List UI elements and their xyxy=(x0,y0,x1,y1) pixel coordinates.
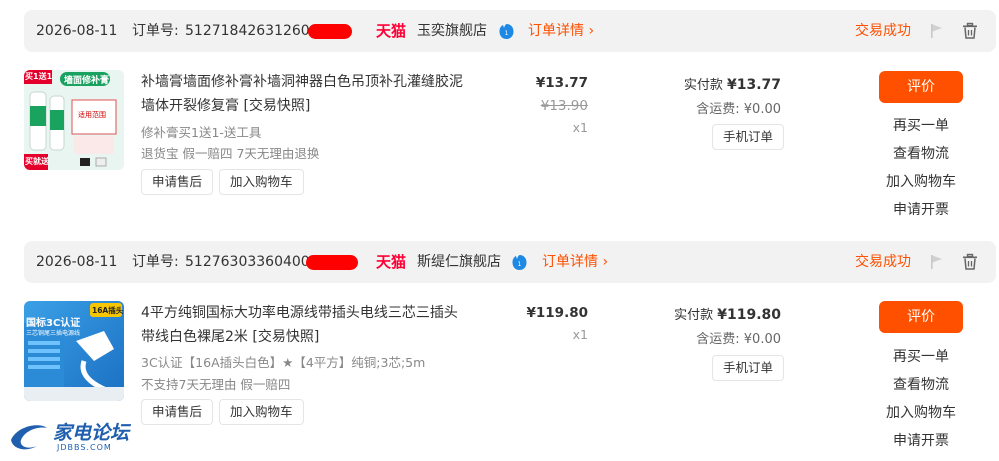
mobile-order-button[interactable]: 手机订单 xyxy=(712,355,785,381)
order-header: 2026-08-11 订单号: 51271842631260 天猫 玉奕旗舰店 … xyxy=(24,10,996,52)
add-to-cart-link[interactable]: 加入购物车 xyxy=(860,402,982,422)
thumb-banner: 国标3C认证 xyxy=(26,318,81,329)
unit-price: ¥13.77 xyxy=(535,75,588,91)
product-thumbnail[interactable]: 买1送1 墙面修补膏 适用范围 买就送 xyxy=(24,70,124,170)
thumb-side: 买就送 xyxy=(25,157,49,166)
apply-invoice-link[interactable]: 申请开票 xyxy=(860,430,982,450)
order-date: 2026-08-11 xyxy=(36,23,118,39)
thumb-sub: 三芯铜尾三插电源线 xyxy=(26,330,81,337)
flag-icon[interactable] xyxy=(929,254,945,270)
order-number: 51271842631260 xyxy=(185,23,310,39)
add-to-cart-button[interactable]: 加入购物车 xyxy=(219,169,304,195)
add-to-cart-link[interactable]: 加入购物车 xyxy=(860,171,982,191)
thumb-badge: 16A插头 xyxy=(92,306,124,315)
thumb-banner: 墙面修补膏 xyxy=(64,76,110,86)
shop-name[interactable]: 斯缇仁旗舰店 xyxy=(417,241,501,283)
freight-info: 含运费: ¥0.00 xyxy=(696,102,781,117)
original-price: ¥13.90 xyxy=(540,98,588,114)
svg-text:1: 1 xyxy=(518,261,522,268)
tmall-logo[interactable]: 天猫 xyxy=(376,10,406,52)
apply-after-sale-button[interactable]: 申请售后 xyxy=(141,169,214,195)
product-title[interactable]: 4平方纯铜国标大功率电源线带插头电线三芯三插头带线白色裸尾2米 [交易快照] xyxy=(141,301,461,349)
paid-value: ¥13.77 xyxy=(726,77,781,93)
tmall-logo[interactable]: 天猫 xyxy=(376,241,406,283)
add-to-cart-button[interactable]: 加入购物车 xyxy=(219,399,304,425)
thumb-sub: 适用范围 xyxy=(78,111,106,119)
wangwang-chat-icon[interactable]: 1 xyxy=(498,23,515,40)
order-detail-link[interactable]: 订单详情 › xyxy=(528,10,594,52)
trade-status: 交易成功 xyxy=(855,23,911,39)
order-number: 51276303360400 xyxy=(185,254,310,270)
review-button[interactable]: 评价 xyxy=(879,301,963,333)
paid-label: 实付款 xyxy=(674,308,714,323)
review-button[interactable]: 评价 xyxy=(879,71,963,103)
view-logistics-link[interactable]: 查看物流 xyxy=(860,374,982,394)
order-detail-link[interactable]: 订单详情 › xyxy=(542,241,608,283)
delete-icon[interactable] xyxy=(961,253,979,271)
unit-price: ¥119.80 xyxy=(526,305,589,321)
order-number-label: 订单号: xyxy=(132,254,179,270)
flag-icon[interactable] xyxy=(929,23,945,39)
freight-info: 含运费: ¥0.00 xyxy=(696,332,781,347)
paid-label: 实付款 xyxy=(683,78,723,93)
logo-name: 家电论坛 xyxy=(53,422,130,444)
order-header: 2026-08-11 订单号: 51276303360400 天猫 斯缇仁旗舰店… xyxy=(24,241,996,283)
logo-url: JDBBS.COM xyxy=(57,443,112,452)
product-thumbnail[interactable]: 16A插头 国标3C认证 三芯铜尾三插电源线 xyxy=(24,301,124,401)
paid-amount: 实付款 ¥119.80 xyxy=(641,304,781,323)
product-title[interactable]: 补墙膏墙面修补膏补墙洞神器白色吊顶补孔灌缝胶泥墙体开裂修复膏 [交易快照] xyxy=(141,70,471,118)
service-tags: 退货宝 假一赔四 7天无理由退换 xyxy=(141,146,320,161)
apply-after-sale-button[interactable]: 申请售后 xyxy=(141,399,214,425)
redaction-mark xyxy=(306,255,358,270)
redaction-mark xyxy=(308,24,352,39)
view-logistics-link[interactable]: 查看物流 xyxy=(860,143,982,163)
wangwang-chat-icon[interactable]: 1 xyxy=(511,254,528,271)
apply-invoice-link[interactable]: 申请开票 xyxy=(860,199,982,219)
buy-again-link[interactable]: 再买一单 xyxy=(860,115,982,135)
buy-again-link[interactable]: 再买一单 xyxy=(860,346,982,366)
order-date: 2026-08-11 xyxy=(36,254,118,270)
paid-value: ¥119.80 xyxy=(717,307,781,323)
product-sku: 修补膏买1送1-送工具 xyxy=(141,125,262,140)
service-tags: 不支持7天无理由 假一赔四 xyxy=(141,377,291,392)
trade-status: 交易成功 xyxy=(855,254,911,270)
svg-text:1: 1 xyxy=(505,30,509,37)
quantity: x1 xyxy=(572,327,588,342)
logo-swoosh-icon xyxy=(11,425,47,450)
mobile-order-button[interactable]: 手机订单 xyxy=(712,124,785,150)
shop-name[interactable]: 玉奕旗舰店 xyxy=(417,10,487,52)
thumb-badge: 买1送1 xyxy=(25,72,53,81)
delete-icon[interactable] xyxy=(961,22,979,40)
order-number-label: 订单号: xyxy=(132,23,179,39)
forum-watermark-logo: 家电论坛 JDBBS.COM xyxy=(9,418,139,458)
quantity: x1 xyxy=(572,120,588,135)
product-sku: 3C认证【16A插头白色】★【4平方】纯铜;3芯;5m xyxy=(141,355,426,370)
paid-amount: 实付款 ¥13.77 xyxy=(641,74,781,93)
